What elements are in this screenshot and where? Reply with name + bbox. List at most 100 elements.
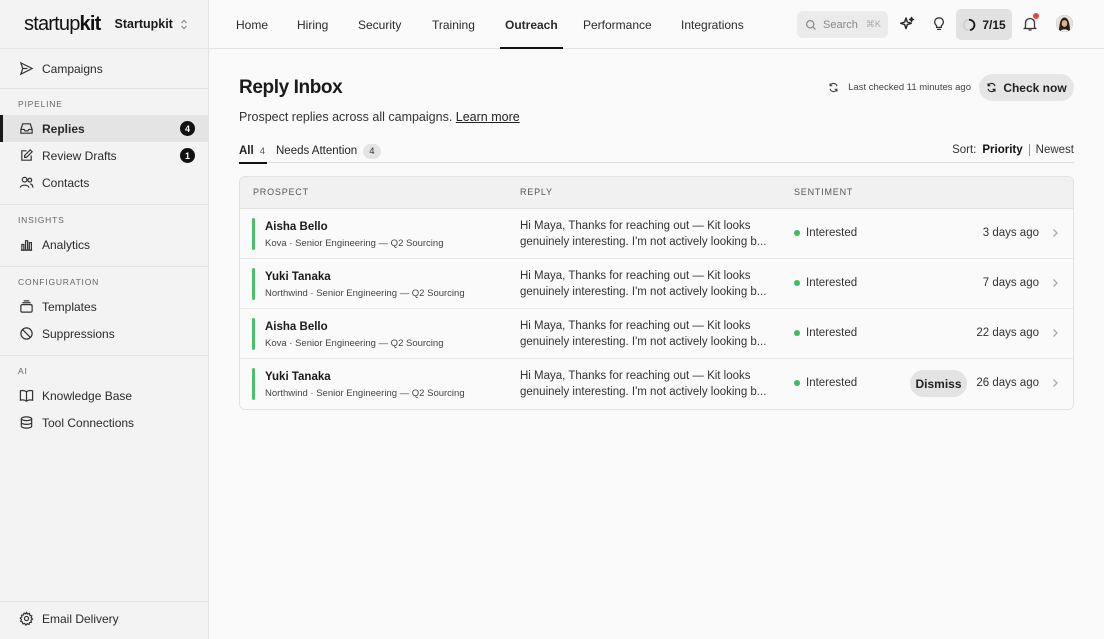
search-icon — [805, 19, 817, 31]
priority-accent — [252, 218, 255, 250]
prospect-meta: Kova · Senior Engineering — Q2 Sourcing — [265, 238, 444, 249]
column-header-sentiment: SENTIMENT — [794, 187, 854, 197]
chevron-right-icon — [1051, 378, 1059, 388]
table-row[interactable]: Yuki Tanaka Northwind · Senior Engineeri… — [240, 359, 1073, 409]
divider — [0, 601, 208, 602]
check-now-button[interactable]: Check now — [979, 74, 1074, 101]
sidebar-item-templates[interactable]: Templates — [0, 293, 208, 320]
reply-line: genuinely interesting. I'm not actively … — [520, 385, 767, 398]
sidebar-item-label: Knowledge Base — [42, 388, 133, 403]
page-title: Reply Inbox — [239, 77, 343, 98]
sort-control: Sort: Priority Newest — [952, 144, 1074, 156]
search-input[interactable]: Search ⌘K — [797, 11, 888, 38]
sidebar: startupkit Startupkit Campaigns PIPELINE… — [0, 0, 209, 639]
refresh-icon — [986, 82, 997, 93]
database-icon — [19, 415, 34, 430]
tab-training[interactable]: Training — [432, 0, 475, 49]
sentiment-dot — [794, 280, 800, 286]
sidebar-item-label: Replies — [42, 121, 85, 136]
sentiment-dot — [794, 230, 800, 236]
priority-accent — [252, 268, 255, 300]
filter-tabs: All 4 Needs Attention 4 Sort: Priority N… — [239, 139, 1074, 164]
table-row[interactable]: Yuki Tanaka Northwind · Senior Engineeri… — [240, 259, 1073, 309]
sidebar-item-email-delivery[interactable]: Email Delivery — [0, 605, 208, 632]
tab-integrations[interactable]: Integrations — [681, 0, 744, 49]
tab-home[interactable]: Home — [236, 0, 268, 49]
page-subtitle: Prospect replies across all campaigns. L… — [239, 110, 520, 124]
replies-count-badge: 4 — [180, 121, 195, 136]
chevron-right-icon — [1051, 228, 1059, 238]
chevron-up-down-icon — [180, 19, 188, 30]
ban-icon — [19, 326, 34, 341]
sentiment-label: Interested — [806, 377, 858, 389]
reply-time: 22 days ago — [976, 327, 1039, 339]
dismiss-button[interactable]: Dismiss — [910, 370, 967, 397]
sidebar-item-replies[interactable]: Replies 4 — [0, 115, 208, 142]
learn-more-link[interactable]: Learn more — [456, 110, 520, 124]
startupkit-logo[interactable]: startupkit — [24, 13, 101, 36]
reply-preview: Hi Maya, Thanks for reaching out — Kit l… — [520, 319, 775, 350]
sidebar-item-label: Email Delivery — [42, 611, 119, 626]
sidebar-item-campaigns[interactable]: Campaigns — [0, 55, 208, 82]
users-icon — [19, 175, 34, 190]
filter-label: Needs Attention — [276, 145, 358, 157]
sidebar-item-label: Campaigns — [42, 61, 103, 76]
check-now-label: Check now — [1003, 80, 1067, 95]
priority-accent — [252, 318, 255, 350]
bar-chart-icon — [19, 237, 34, 252]
column-header-prospect: PROSPECT — [253, 187, 309, 197]
workspace-name: Startupkit — [114, 17, 173, 31]
prospect-meta: Northwind · Senior Engineering — Q2 Sour… — [265, 288, 465, 299]
sidebar-item-label: Tool Connections — [42, 415, 135, 430]
section-label-pipeline: PIPELINE — [18, 99, 63, 109]
filter-label: All — [239, 145, 254, 157]
reply-preview: Hi Maya, Thanks for reaching out — Kit l… — [520, 269, 775, 300]
section-label-ai: AI — [18, 366, 28, 376]
ai-sparkle-button[interactable] — [897, 14, 917, 34]
column-header-reply: REPLY — [520, 187, 553, 197]
sidebar-item-knowledge-base[interactable]: Knowledge Base — [0, 382, 208, 409]
notification-dot — [1033, 13, 1039, 19]
sort-option-newest[interactable]: Newest — [1036, 144, 1074, 156]
filter-tab-all[interactable]: All 4 — [239, 139, 267, 164]
sidebar-item-review-drafts[interactable]: Review Drafts 1 — [0, 142, 208, 169]
sparkle-icon — [899, 16, 915, 32]
lightbulb-icon — [931, 16, 947, 32]
gear-icon — [19, 611, 34, 626]
filter-tab-needs-attention[interactable]: Needs Attention 4 — [276, 139, 381, 163]
table-row[interactable]: Aisha Bello Kova · Senior Engineering — … — [240, 309, 1073, 359]
chevron-right-icon — [1051, 278, 1059, 288]
section-label-configuration: CONFIGURATION — [18, 277, 100, 287]
sentiment-badge: Interested — [794, 377, 857, 389]
ideas-button[interactable] — [929, 14, 949, 34]
search-shortcut: ⌘K — [865, 19, 881, 29]
sort-option-priority[interactable]: Priority — [982, 144, 1022, 156]
subtitle-text: Prospect replies across all campaigns. — [239, 110, 453, 124]
table-header: PROSPECT REPLY SENTIMENT — [240, 177, 1073, 209]
tab-security[interactable]: Security — [358, 0, 401, 49]
sentiment-label: Interested — [806, 277, 858, 289]
prospect-name: Yuki Tanaka — [265, 371, 331, 383]
sidebar-item-contacts[interactable]: Contacts — [0, 169, 208, 196]
sidebar-item-suppressions[interactable]: Suppressions — [0, 320, 208, 347]
sidebar-item-label: Review Drafts — [42, 148, 117, 163]
onboarding-progress[interactable]: 7/15 — [956, 9, 1012, 40]
layers-icon — [19, 299, 34, 314]
tab-hiring[interactable]: Hiring — [297, 0, 328, 49]
tab-outreach[interactable]: Outreach — [500, 0, 563, 49]
progress-text: 7/15 — [982, 17, 1006, 32]
avatar[interactable] — [1056, 15, 1073, 32]
notifications-button[interactable] — [1020, 13, 1040, 34]
prospect-meta: Northwind · Senior Engineering — Q2 Sour… — [265, 388, 465, 399]
workspace-switcher[interactable]: Startupkit — [115, 17, 188, 31]
table-row[interactable]: Aisha Bello Kova · Senior Engineering — … — [240, 209, 1073, 259]
sidebar-item-tool-connections[interactable]: Tool Connections — [0, 409, 208, 436]
sentiment-label: Interested — [806, 327, 858, 339]
prospect-name: Yuki Tanaka — [265, 271, 331, 283]
reply-line: Hi Maya, Thanks for reaching out — Kit l… — [520, 320, 751, 332]
progress-ring-icon — [962, 18, 976, 32]
sidebar-item-analytics[interactable]: Analytics — [0, 231, 208, 258]
last-checked-text: Last checked 11 minutes ago — [848, 82, 971, 93]
tab-performance[interactable]: Performance — [583, 0, 652, 49]
reply-line: genuinely interesting. I'm not actively … — [520, 235, 767, 248]
